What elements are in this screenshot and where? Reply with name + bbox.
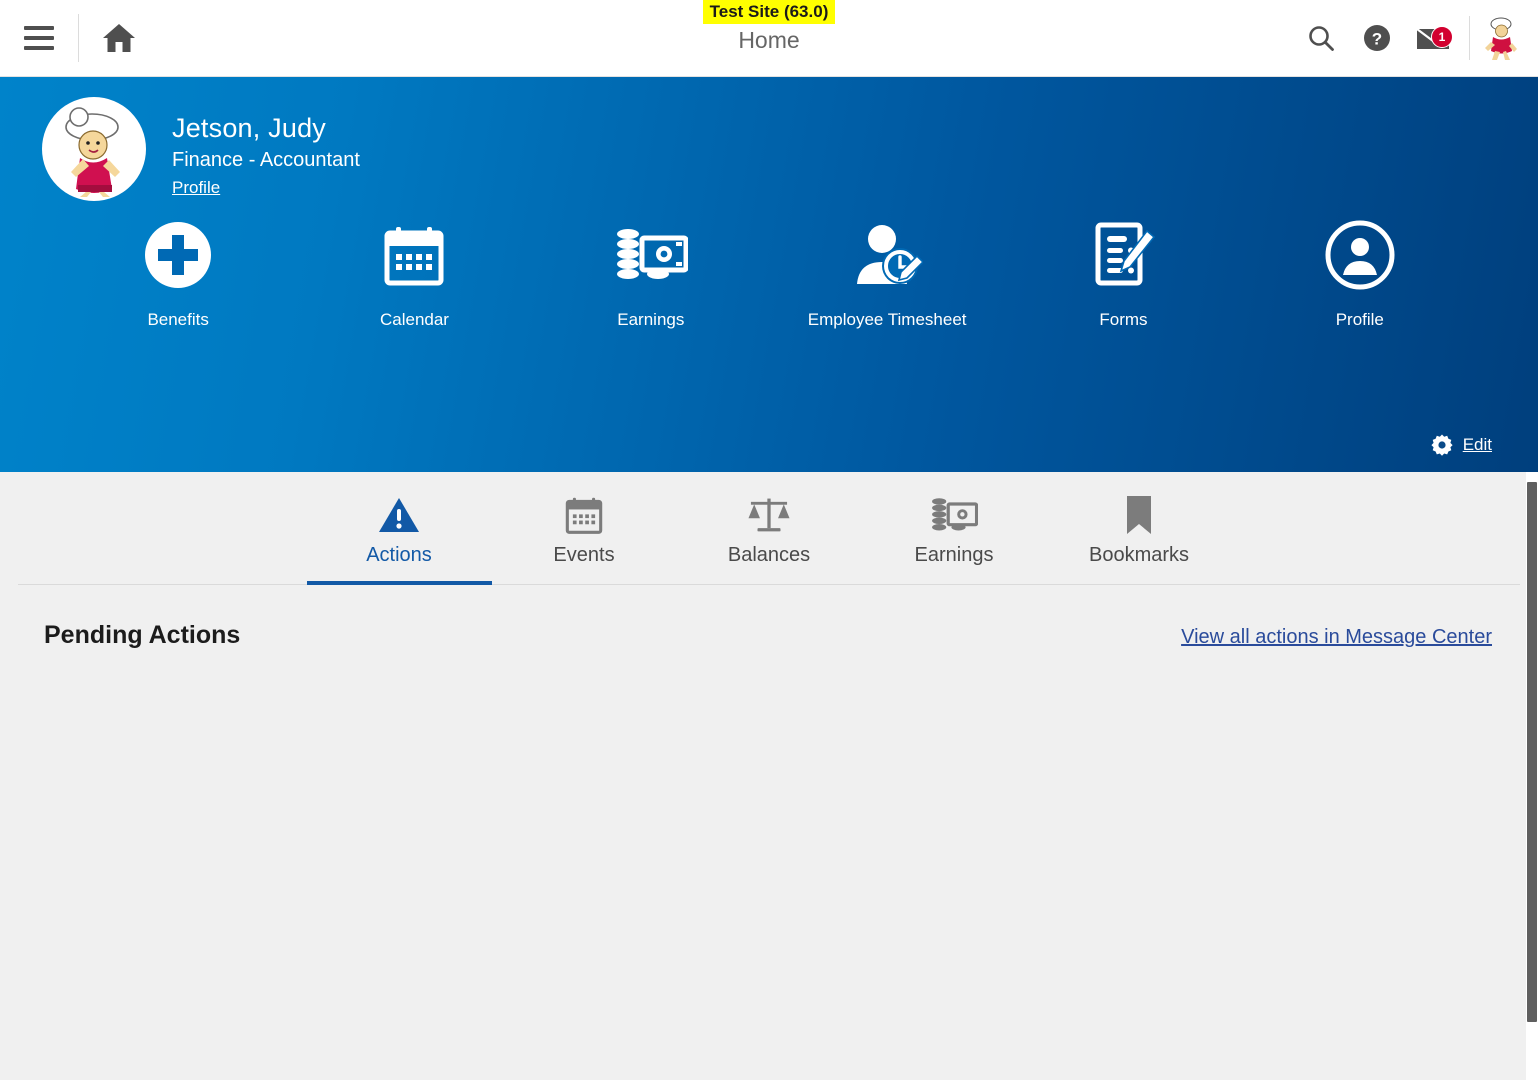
user-name: Jetson, Judy (172, 113, 326, 143)
quicklink-forms[interactable]: Forms (1005, 217, 1241, 331)
tab-label: Balances (727, 544, 811, 566)
calendar-icon (380, 217, 448, 293)
forms-glyph (1095, 222, 1156, 286)
hero-user-text: Jetson, Judy Finance - Accountant Profil… (172, 97, 360, 201)
pending-actions-header: Pending Actions View all actions in Mess… (0, 585, 1538, 650)
vertical-scrollbar[interactable] (1526, 472, 1538, 1080)
top-navigation-bar: Test Site (63.0) Home ? 1 (0, 0, 1538, 77)
medical-plus-circle-icon (143, 217, 213, 293)
quicklink-earnings[interactable]: Earnings (533, 217, 769, 331)
home-icon[interactable] (79, 0, 159, 76)
quicklink-label: Calendar (379, 310, 449, 329)
tab-balances[interactable]: Balances (677, 482, 862, 585)
earnings-glyph (616, 229, 688, 279)
timesheet-glyph (857, 225, 924, 284)
document-pencil-icon (1090, 217, 1156, 293)
quicklink-profile[interactable]: Profile (1242, 217, 1478, 331)
page-section-title: Pending Actions (44, 621, 241, 649)
tab-label: Actions (366, 544, 432, 566)
topbar-right-group: ? 1 (1293, 0, 1538, 76)
gear-icon (1431, 434, 1453, 456)
actions-glyph (379, 498, 419, 532)
calendar-glyph (384, 227, 444, 286)
test-site-badge: Test Site (63.0) (702, 0, 836, 24)
edit-dashboard-button[interactable]: Edit (1431, 434, 1492, 456)
quicklink-calendar[interactable]: Calendar (296, 217, 532, 331)
bookmarks-glyph (1127, 496, 1151, 534)
benefits-glyph (145, 222, 212, 288)
topbar-divider (1469, 16, 1470, 60)
help-glyph: ? (1364, 25, 1390, 51)
profile-link[interactable]: Profile (172, 175, 220, 201)
avatar[interactable] (42, 97, 146, 201)
quicklink-label: Profile (1335, 310, 1384, 329)
home-glyph (103, 24, 135, 52)
tab-label: Earnings (914, 544, 994, 566)
mail-unread-badge: 1 (1431, 26, 1453, 48)
envelope-icon[interactable]: 1 (1405, 0, 1461, 76)
scrollbar-thumb[interactable] (1527, 482, 1537, 1022)
warning-triangle-icon (378, 492, 420, 538)
events-glyph (565, 497, 603, 534)
quicklinks-row: Benefits Calendar Earnings Employee Time… (0, 217, 1538, 331)
quicklink-label: Employee Timesheet (807, 310, 967, 329)
quicklink-benefits[interactable]: Benefits (60, 217, 296, 331)
search-glyph (1309, 26, 1334, 51)
hamburger-bar (24, 26, 54, 30)
avatar[interactable] (1478, 15, 1524, 61)
quicklink-label: Benefits (147, 310, 209, 329)
quicklink-label: Earnings (617, 310, 685, 329)
topbar-left-group (0, 0, 159, 76)
dashboard-tabs: Actions Events Balances Earnings Bookmar… (18, 472, 1520, 585)
tab-events[interactable]: Events (492, 482, 677, 585)
hamburger-bar (24, 36, 54, 40)
bookmark-icon (1124, 492, 1154, 538)
user-avatar-icon (1485, 17, 1517, 60)
hero-user-block: Jetson, Judy Finance - Accountant Profil… (0, 77, 1538, 201)
money-coins-bill-icon (614, 217, 688, 293)
svg-text:?: ? (1372, 30, 1382, 49)
hamburger-menu-icon[interactable] (0, 0, 78, 76)
tab-earnings[interactable]: Earnings (862, 482, 1047, 585)
view-all-actions-link[interactable]: View all actions in Message Center (1181, 626, 1492, 649)
quicklink-label: Forms (1099, 310, 1148, 329)
quicklink-employee-timesheet[interactable]: Employee Timesheet (769, 217, 1005, 331)
money-coins-bill-icon (930, 492, 978, 538)
hamburger-bar (24, 46, 54, 50)
tab-bookmarks[interactable]: Bookmarks (1047, 482, 1232, 585)
tab-actions[interactable]: Actions (306, 482, 492, 585)
user-hero-panel: Jetson, Judy Finance - Accountant Profil… (0, 77, 1538, 472)
search-icon[interactable] (1293, 0, 1349, 76)
balances-glyph (748, 498, 790, 532)
edit-label: Edit (1462, 435, 1492, 454)
tab-label: Events (553, 544, 615, 566)
person-clock-pencil-icon (851, 217, 924, 293)
profile-glyph (1325, 220, 1395, 290)
user-role: Finance - Accountant (172, 149, 360, 171)
help-circle-icon[interactable]: ? (1349, 0, 1405, 76)
main-content-area: Actions Events Balances Earnings Bookmar… (0, 472, 1538, 1080)
tab-label: Bookmarks (1088, 544, 1190, 566)
calendar-icon (562, 492, 606, 538)
page-title: Home (738, 27, 800, 53)
earnings-tab-glyph (932, 498, 978, 531)
person-circle-icon (1325, 217, 1395, 293)
scales-balance-icon (746, 492, 792, 538)
user-avatar-icon (46, 101, 142, 197)
